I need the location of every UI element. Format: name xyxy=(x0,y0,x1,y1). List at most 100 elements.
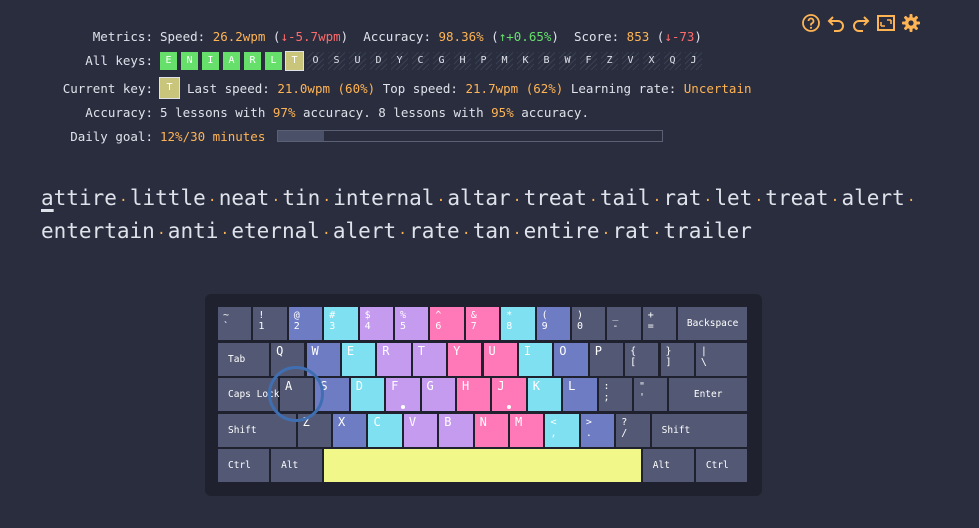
key-stat-o[interactable]: O xyxy=(307,51,324,70)
key-f[interactable]: F xyxy=(386,378,420,411)
key-stat-v[interactable]: V xyxy=(622,51,639,70)
key-stat-r[interactable]: R xyxy=(244,51,261,70)
key-b[interactable]: B xyxy=(439,413,473,447)
key-sym2-10[interactable]: : ; xyxy=(598,378,632,411)
key-stat-w[interactable]: W xyxy=(559,51,576,70)
key-0[interactable]: ) 0 xyxy=(572,307,606,340)
key-shift[interactable]: Shift xyxy=(651,413,747,447)
space-marker: · xyxy=(512,226,522,242)
key-sym2-11[interactable]: " ' xyxy=(633,378,668,411)
key-3[interactable]: # 3 xyxy=(324,307,358,340)
key-sym0-11[interactable]: _ - xyxy=(607,307,641,340)
help-icon[interactable] xyxy=(800,12,822,34)
key-1[interactable]: ! 1 xyxy=(253,307,287,340)
key-stat-z[interactable]: Z xyxy=(601,51,618,70)
key-4[interactable]: $ 4 xyxy=(359,307,393,340)
key-e[interactable]: E xyxy=(341,342,376,376)
key-stat-j[interactable]: J xyxy=(685,51,702,70)
lesson-text[interactable]: attire · little · neat · tin · internal · altar · tr… xyxy=(41,183,941,249)
key-alt[interactable]: Alt xyxy=(642,449,694,482)
key-8[interactable]: * 8 xyxy=(501,307,535,340)
key-u[interactable]: U xyxy=(483,342,517,376)
key-n[interactable]: N xyxy=(474,413,509,447)
key-label: N xyxy=(479,414,487,429)
lesson-word: treat xyxy=(523,186,587,210)
key-sym1-11[interactable]: { [ xyxy=(625,342,659,376)
key-i[interactable]: I xyxy=(518,342,553,376)
key-c[interactable]: C xyxy=(368,413,402,447)
key-j[interactable]: J xyxy=(492,378,526,411)
key-stat-a[interactable]: A xyxy=(223,51,240,70)
key-g[interactable]: G xyxy=(421,378,455,411)
accuracy-value-1: 97% xyxy=(272,104,296,120)
key-space[interactable] xyxy=(324,449,641,482)
key-sym0-0[interactable]: ~ ` xyxy=(218,307,252,340)
key-stat-f[interactable]: F xyxy=(580,51,597,70)
key-stat-x[interactable]: X xyxy=(643,51,660,70)
key-stat-s[interactable]: S xyxy=(328,51,345,70)
key-r[interactable]: R xyxy=(377,342,411,376)
key-ctrl[interactable]: Ctrl xyxy=(695,449,747,482)
key-sym1-13[interactable]: | \ xyxy=(695,342,747,376)
key-v[interactable]: V xyxy=(403,413,438,447)
key-enter[interactable]: Enter xyxy=(669,378,747,411)
key-label: Q xyxy=(276,343,284,358)
key-9[interactable]: ( 9 xyxy=(536,307,570,340)
key-backspace[interactable]: Backspace xyxy=(678,307,747,340)
key-stat-c[interactable]: C xyxy=(412,51,429,70)
gear-icon[interactable] xyxy=(900,12,922,34)
fullscreen-icon[interactable] xyxy=(875,12,897,34)
key-d[interactable]: D xyxy=(350,378,385,411)
key-h[interactable]: H xyxy=(456,378,491,411)
key-ctrl[interactable]: Ctrl xyxy=(218,449,270,482)
key-y[interactable]: Y xyxy=(448,342,482,376)
daily-goal-row: Daily goal: 12%/30 minutes xyxy=(0,126,664,146)
key-stat-i[interactable]: I xyxy=(202,51,219,70)
key-k[interactable]: K xyxy=(527,378,562,411)
key-tab[interactable]: Tab xyxy=(218,342,270,376)
redo-icon[interactable] xyxy=(850,12,872,34)
key-alt[interactable]: Alt xyxy=(271,449,323,482)
key-sym3-9[interactable]: > . xyxy=(580,413,615,447)
key-sym3-10[interactable]: ? / xyxy=(616,413,650,447)
key-stat-b[interactable]: B xyxy=(538,51,555,70)
key-stat-n[interactable]: N xyxy=(181,51,198,70)
key-stat-l[interactable]: L xyxy=(265,51,282,70)
key-label: K xyxy=(532,379,540,393)
key-l[interactable]: L xyxy=(563,378,597,411)
key-5[interactable]: % 5 xyxy=(395,307,429,340)
lesson-word: alert xyxy=(841,186,905,210)
space-marker: · xyxy=(322,226,331,242)
key-x[interactable]: X xyxy=(333,413,367,447)
space-marker: · xyxy=(322,193,331,209)
key-t[interactable]: T xyxy=(412,342,447,376)
key-stat-y[interactable]: Y xyxy=(391,51,408,70)
key-sym0-12[interactable]: + = xyxy=(642,307,677,340)
key-7[interactable]: & 7 xyxy=(465,307,500,340)
key-p[interactable]: P xyxy=(589,342,624,376)
finger-indicator xyxy=(268,366,324,422)
learning-rate-label: Learning rate: xyxy=(570,80,677,96)
key-stat-q[interactable]: Q xyxy=(664,51,681,70)
key-label: + = xyxy=(647,310,654,332)
key-stat-h[interactable]: H xyxy=(454,51,471,70)
metrics-row: Metrics: Speed: 26.2wpm (↓-5.7wpm) Accur… xyxy=(0,26,702,46)
key-stat-e[interactable]: E xyxy=(160,51,177,70)
key-stat-u[interactable]: U xyxy=(349,51,366,70)
key-m[interactable]: M xyxy=(510,413,544,447)
undo-icon[interactable] xyxy=(825,12,847,34)
key-stat-g[interactable]: G xyxy=(433,51,450,70)
key-stat-p[interactable]: P xyxy=(475,51,492,70)
key-o[interactable]: O xyxy=(554,342,588,376)
key-stat-m[interactable]: M xyxy=(496,51,513,70)
key-2[interactable]: @ 2 xyxy=(288,307,323,340)
accuracy-row-label: Accuracy: xyxy=(85,104,153,120)
key-sym1-12[interactable]: } ] xyxy=(660,342,694,376)
key-sym3-8[interactable]: < , xyxy=(545,413,579,447)
space-marker: · xyxy=(652,226,662,242)
lesson-word: rat xyxy=(663,186,702,210)
key-stat-k[interactable]: K xyxy=(517,51,534,70)
key-stat-d[interactable]: D xyxy=(370,51,387,70)
key-stat-t[interactable]: T xyxy=(285,50,304,71)
key-6[interactable]: ^ 6 xyxy=(430,307,464,340)
